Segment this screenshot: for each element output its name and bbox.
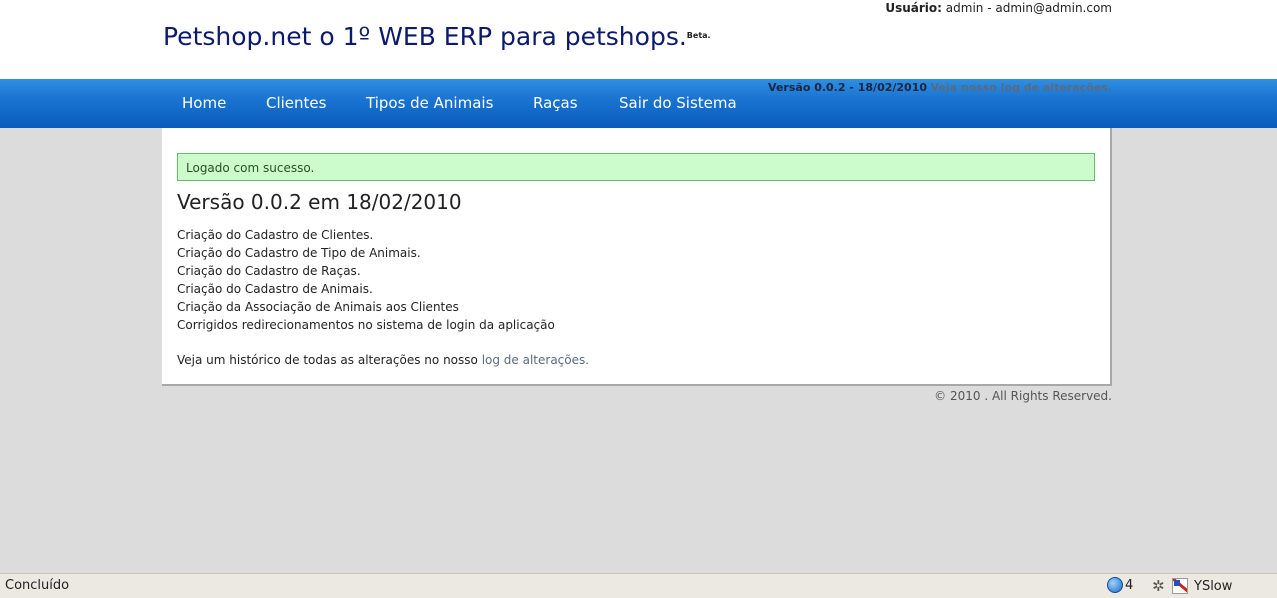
version-heading: Versão 0.0.2 em 18/02/2010 [177,190,462,214]
changelog-link[interactable]: Veja nosso log de alterações. [931,81,1112,94]
change-item: Corrigidos redirecionamentos no sistema … [177,318,555,332]
blue-ball-icon [1107,577,1123,593]
beta-badge: Beta. [686,31,711,40]
status-bar-icons: 4 ✲ YSlow [1107,577,1277,597]
user-label: Usuário: [885,1,942,15]
nav-item-home[interactable]: Home [182,94,226,112]
nav-item-tipos-de-animais[interactable]: Tipos de Animais [366,94,493,112]
version-info: Versão 0.0.2 - 18/02/2010 Veja nosso log… [768,81,1112,94]
change-item: Criação do Cadastro de Raças. [177,264,361,278]
success-message: Logado com sucesso. [177,153,1095,181]
notification-indicator[interactable]: 4 [1107,577,1133,593]
yslow-button[interactable]: YSlow [1172,578,1232,594]
user-info: Usuário: admin - admin@admin.com [885,1,1112,15]
page-header: Usuário: admin - admin@admin.com Petshop… [0,0,1277,79]
nav-item-racas[interactable]: Raças [533,94,578,112]
notification-count: 4 [1125,577,1134,593]
main-navigation: Home Clientes Tipos de Animais Raças Sai… [0,79,1277,128]
history-link[interactable]: log de alterações. [482,353,589,367]
copyright: © 2010 . All Rights Reserved. [934,389,1112,403]
changes-list: Criação do Cadastro de Clientes. Criação… [177,226,555,334]
browser-status-bar: Concluído 4 ✲ YSlow [0,573,1277,598]
change-item: Criação do Cadastro de Animais. [177,282,373,296]
nav-item-clientes[interactable]: Clientes [266,94,326,112]
history-text: Veja um histórico de todas as alterações… [177,353,478,367]
history-note: Veja um histórico de todas as alterações… [177,353,589,367]
firebug-icon[interactable]: ✲ [1152,577,1165,595]
change-item: Criação da Associação de Animais aos Cli… [177,300,459,314]
yslow-icon [1172,578,1188,594]
site-title-text: Petshop.net o 1º WEB ERP para petshops. [163,22,687,51]
change-item: Criação do Cadastro de Tipo de Animais. [177,246,421,260]
user-value: admin - admin@admin.com [945,1,1112,15]
yslow-label: YSlow [1194,578,1233,594]
content-panel: Logado com sucesso. Versão 0.0.2 em 18/0… [162,128,1112,386]
change-item: Criação do Cadastro de Clientes. [177,228,374,242]
version-text: Versão 0.0.2 - 18/02/2010 [768,81,928,94]
site-title: Petshop.net o 1º WEB ERP para petshops.B… [163,22,711,51]
nav-item-sair[interactable]: Sair do Sistema [619,94,737,112]
status-text: Concluído [5,578,70,593]
